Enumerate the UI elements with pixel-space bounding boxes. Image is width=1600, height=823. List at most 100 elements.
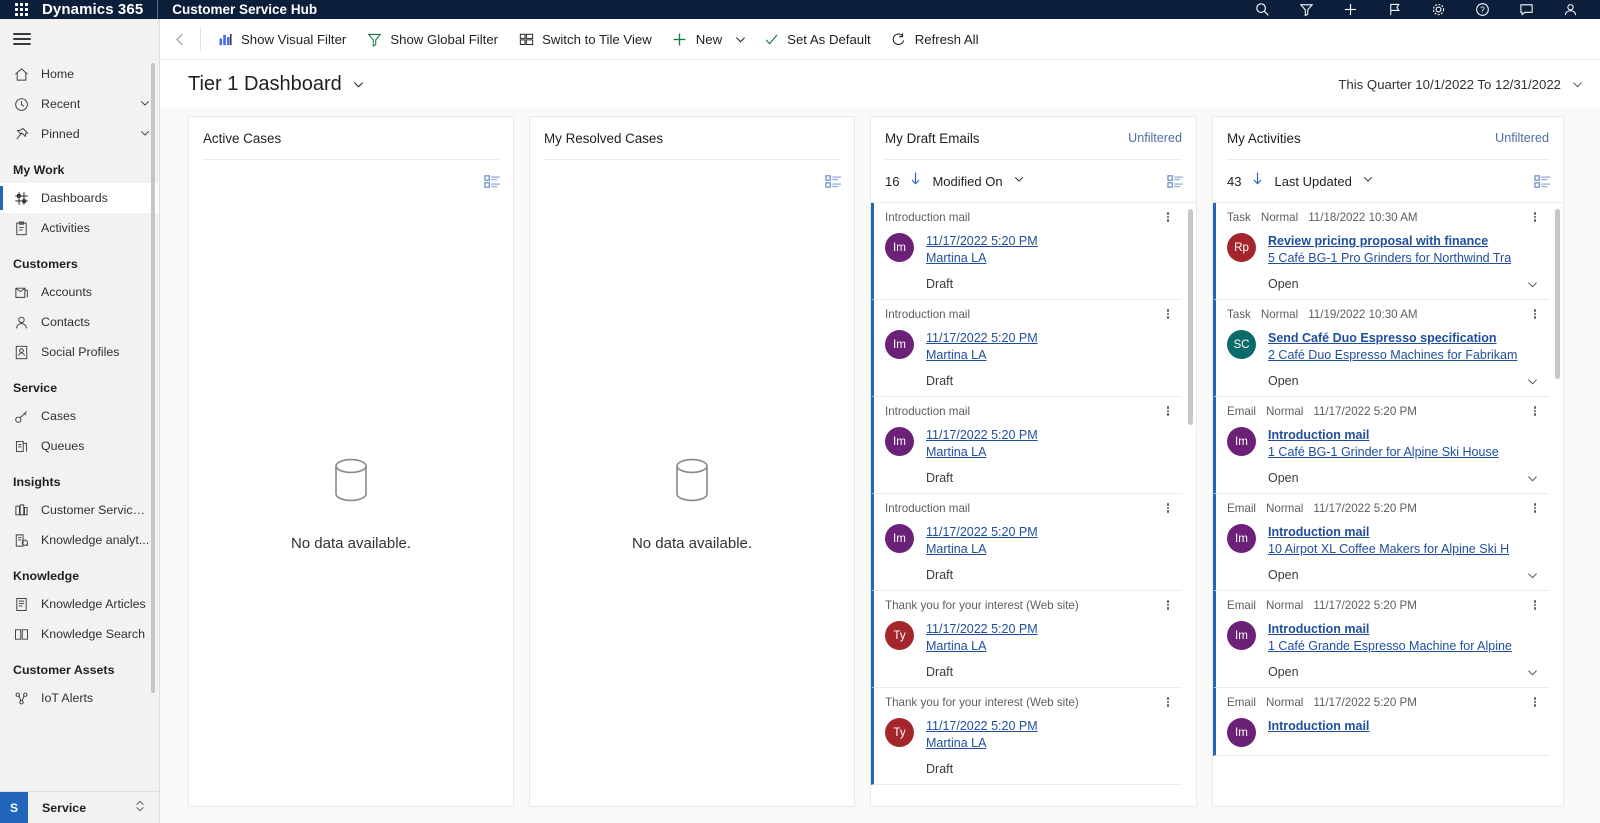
email-owner-link[interactable]: Martina LA	[926, 347, 1172, 364]
activity-expand-chevron-icon[interactable]	[1526, 666, 1539, 679]
draft-email-card[interactable]: Introduction mailIm11/17/2022 5:20 PMMar…	[871, 300, 1182, 397]
card-more-options-icon[interactable]	[1160, 209, 1176, 225]
email-owner-link[interactable]: Martina LA	[926, 444, 1172, 461]
refresh-all-button[interactable]: Refresh All	[881, 19, 989, 59]
email-date-link[interactable]: 11/17/2022 5:20 PM	[926, 330, 1172, 347]
sidebar-item-accounts[interactable]: Accounts	[0, 277, 159, 307]
activity-regarding-link[interactable]: 5 Café BG-1 Pro Grinders for Northwind T…	[1268, 250, 1539, 267]
search-icon[interactable]	[1240, 0, 1284, 19]
card-more-options-icon[interactable]	[1527, 306, 1543, 322]
sidebar-item-knowledge-articles[interactable]: Knowledge Articles	[0, 589, 159, 619]
gear-icon[interactable]	[1416, 0, 1460, 19]
activity-expand-chevron-icon[interactable]	[1526, 278, 1539, 291]
chat-icon[interactable]	[1504, 0, 1548, 19]
activity-expand-chevron-icon[interactable]	[1526, 569, 1539, 582]
activity-title-link[interactable]: Send Café Duo Espresso specification	[1268, 330, 1539, 347]
list-view-icon[interactable]	[1534, 173, 1551, 190]
filter-icon[interactable]	[1284, 0, 1328, 19]
activity-title-link[interactable]: Review pricing proposal with finance	[1268, 233, 1539, 250]
email-date-link[interactable]: 11/17/2022 5:20 PM	[926, 621, 1172, 638]
list-view-icon[interactable]	[484, 173, 501, 190]
sort-direction-icon[interactable]	[909, 171, 922, 191]
list-view-icon[interactable]	[1167, 173, 1184, 190]
activity-title-link[interactable]: Introduction mail	[1268, 621, 1539, 638]
switch-to-tile-view-button[interactable]: Switch to Tile View	[508, 19, 662, 59]
activity-card[interactable]: TaskNormal11/19/2022 10:30 AMSCSend Café…	[1213, 300, 1549, 397]
activity-card[interactable]: EmailNormal11/17/2022 5:20 PMImIntroduct…	[1213, 591, 1549, 688]
card-more-options-icon[interactable]	[1527, 209, 1543, 225]
email-date-link[interactable]: 11/17/2022 5:20 PM	[926, 524, 1172, 541]
sidebar-item-customer-service[interactable]: Customer Service ...	[0, 495, 159, 525]
activity-expand-chevron-icon[interactable]	[1526, 375, 1539, 388]
email-owner-link[interactable]: Martina LA	[926, 541, 1172, 558]
panel-filter-state[interactable]: Unfiltered	[1495, 131, 1549, 145]
activity-card[interactable]: EmailNormal11/17/2022 5:20 PMImIntroduct…	[1213, 494, 1549, 591]
activity-card[interactable]: EmailNormal11/17/2022 5:20 PMImIntroduct…	[1213, 397, 1549, 494]
sidebar-item-queues[interactable]: Queues	[0, 431, 159, 461]
app-launcher-icon[interactable]	[0, 3, 42, 16]
activity-card[interactable]: EmailNormal11/17/2022 5:20 PMImIntroduct…	[1213, 688, 1549, 756]
email-date-link[interactable]: 11/17/2022 5:20 PM	[926, 427, 1172, 444]
show-global-filter-button[interactable]: Show Global Filter	[356, 19, 508, 59]
sort-field-label[interactable]: Last Updated	[1274, 174, 1351, 189]
sidebar-item-recent[interactable]: Recent	[0, 89, 159, 119]
activity-expand-chevron-icon[interactable]	[1526, 472, 1539, 485]
draft-email-card[interactable]: Introduction mailIm11/17/2022 5:20 PMMar…	[871, 203, 1182, 300]
show-visual-filter-button[interactable]: Show Visual Filter	[207, 19, 356, 59]
sidebar-item-pinned[interactable]: Pinned	[0, 119, 159, 149]
card-more-options-icon[interactable]	[1160, 306, 1176, 322]
sort-field-label[interactable]: Modified On	[932, 174, 1002, 189]
sort-direction-icon[interactable]	[1251, 171, 1264, 191]
account-icon[interactable]	[1548, 0, 1592, 19]
activity-regarding-link[interactable]: 2 Café Duo Espresso Machines for Fabrika…	[1268, 347, 1539, 364]
sidebar-app-switcher[interactable]: S Service	[0, 791, 160, 823]
activity-regarding-link[interactable]: 1 Café BG-1 Grinder for Alpine Ski House	[1268, 444, 1539, 461]
email-date-link[interactable]: 11/17/2022 5:20 PM	[926, 718, 1172, 735]
email-owner-link[interactable]: Martina LA	[926, 250, 1172, 267]
card-more-options-icon[interactable]	[1160, 597, 1176, 613]
sidebar-item-activities[interactable]: Activities	[0, 213, 159, 243]
draft-email-card[interactable]: Thank you for your interest (Web site)Ty…	[871, 688, 1182, 785]
dashboard-selector-chevron-icon[interactable]	[352, 78, 365, 91]
sidebar-item-home[interactable]: Home	[0, 59, 159, 89]
activity-regarding-link[interactable]: 1 Café Grande Espresso Machine for Alpin…	[1268, 638, 1539, 655]
email-owner-link[interactable]: Martina LA	[926, 638, 1172, 655]
sort-chevron-icon[interactable]	[1013, 172, 1025, 190]
activities-scrollbar[interactable]	[1555, 209, 1560, 379]
sidebar-item-cases[interactable]: Cases	[0, 401, 159, 431]
sidebar-item-knowledge-analyt[interactable]: Knowledge analyt...	[0, 525, 159, 555]
chevron-down-icon[interactable]	[139, 127, 151, 142]
email-owner-link[interactable]: Martina LA	[926, 735, 1172, 752]
draft-email-card[interactable]: Introduction mailIm11/17/2022 5:20 PMMar…	[871, 494, 1182, 591]
activity-card[interactable]: TaskNormal11/18/2022 10:30 AMRpReview pr…	[1213, 203, 1549, 300]
sidebar-item-dashboards[interactable]: Dashboards	[0, 183, 159, 213]
card-more-options-icon[interactable]	[1527, 500, 1543, 516]
card-more-options-icon[interactable]	[1160, 694, 1176, 710]
flag-icon[interactable]	[1372, 0, 1416, 19]
sidebar-scrollbar[interactable]	[151, 63, 155, 693]
back-button[interactable]	[160, 19, 200, 59]
help-icon[interactable]: ?	[1460, 0, 1504, 19]
sidebar-item-contacts[interactable]: Contacts	[0, 307, 159, 337]
new-button[interactable]: New	[662, 19, 732, 59]
activity-regarding-link[interactable]: 10 Airpot XL Coffee Makers for Alpine Sk…	[1268, 541, 1539, 558]
draft-email-card[interactable]: Introduction mailIm11/17/2022 5:20 PMMar…	[871, 397, 1182, 494]
email-date-link[interactable]: 11/17/2022 5:20 PM	[926, 233, 1172, 250]
list-view-icon[interactable]	[825, 173, 842, 190]
chevron-down-icon[interactable]	[139, 97, 151, 112]
card-more-options-icon[interactable]	[1527, 597, 1543, 613]
new-dropdown-chevron-icon[interactable]	[732, 19, 753, 59]
sidebar-item-knowledge-search[interactable]: Knowledge Search	[0, 619, 159, 649]
set-as-default-button[interactable]: Set As Default	[753, 19, 881, 59]
sidebar-item-social-profiles[interactable]: Social Profiles	[0, 337, 159, 367]
card-more-options-icon[interactable]	[1527, 403, 1543, 419]
card-more-options-icon[interactable]	[1160, 500, 1176, 516]
sidebar-item-iot-alerts[interactable]: IoT Alerts	[0, 683, 159, 713]
panel-filter-state[interactable]: Unfiltered	[1128, 131, 1182, 145]
draft-email-card[interactable]: Thank you for your interest (Web site)Ty…	[871, 591, 1182, 688]
card-more-options-icon[interactable]	[1527, 694, 1543, 710]
sitemap-toggle-icon[interactable]	[0, 19, 159, 59]
activity-title-link[interactable]: Introduction mail	[1268, 718, 1539, 735]
activity-title-link[interactable]: Introduction mail	[1268, 427, 1539, 444]
draft-emails-scrollbar[interactable]	[1188, 209, 1193, 425]
